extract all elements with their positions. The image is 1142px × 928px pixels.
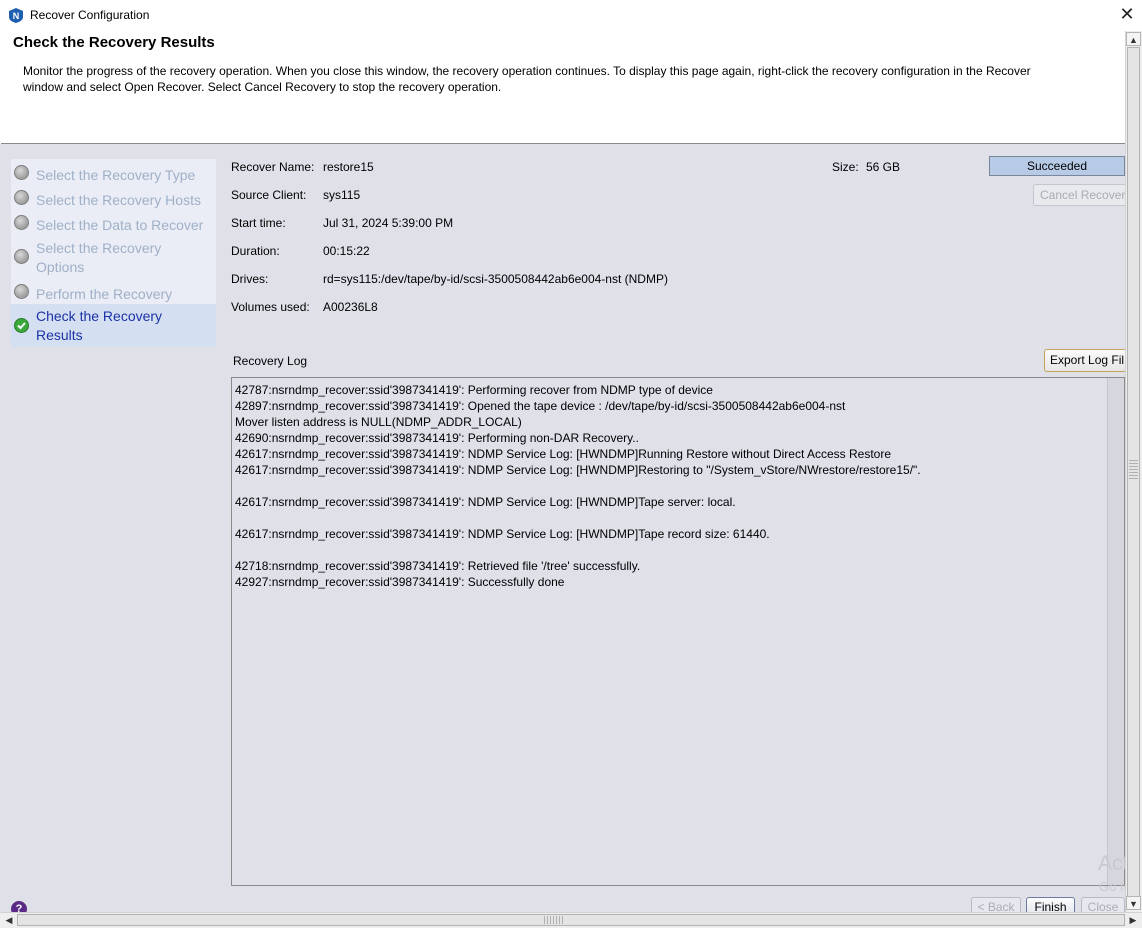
log-line: 42927:nsrndmp_recover:ssid'3987341419': … xyxy=(235,575,565,589)
recovery-log-area[interactable]: 42787:nsrndmp_recover:ssid'3987341419': … xyxy=(231,377,1125,886)
step-label: Check the Recovery Results xyxy=(36,308,163,343)
size-label: Size: xyxy=(832,160,859,174)
status-badge: Succeeded xyxy=(989,156,1125,176)
duration-label: Duration: xyxy=(231,244,280,258)
page-title: Check the Recovery Results xyxy=(13,34,215,51)
page-description: Monitor the progress of the recovery ope… xyxy=(23,64,1031,94)
log-line: 42617:nsrndmp_recover:ssid'3987341419': … xyxy=(235,495,736,509)
step-label: Select the Recovery Options xyxy=(36,240,162,275)
recover-name-value: restore15 xyxy=(323,160,374,174)
pending-step-icon xyxy=(14,284,29,299)
scroll-right-icon[interactable]: ▶ xyxy=(1126,913,1140,927)
step-select-data[interactable]: Select the Data to Recover xyxy=(11,212,216,236)
cancel-recovery-button[interactable]: Cancel Recover xyxy=(1033,184,1125,206)
drives-label: Drives: xyxy=(231,272,269,286)
check-circle-icon xyxy=(14,318,29,333)
start-time-value: Jul 31, 2024 5:39:00 PM xyxy=(323,216,454,230)
log-scrollbar[interactable] xyxy=(1107,378,1124,885)
title-bar xyxy=(0,0,1142,31)
size-value: 56 GB xyxy=(866,160,901,174)
step-label: Select the Recovery Hosts xyxy=(36,192,201,208)
log-line xyxy=(235,542,921,558)
pending-step-icon xyxy=(14,249,29,264)
log-line xyxy=(235,510,921,526)
close-icon[interactable]: ✕ xyxy=(1117,3,1137,25)
volumes-value: A00236L8 xyxy=(323,300,378,314)
log-line: 42617:nsrndmp_recover:ssid'3987341419': … xyxy=(235,463,921,477)
step-label: Select the Data to Recover xyxy=(36,217,204,233)
step-select-recovery-options[interactable]: Select the Recovery Options xyxy=(11,237,216,279)
horizontal-scroll-thumb[interactable] xyxy=(17,914,1125,926)
pending-step-icon xyxy=(14,190,29,205)
scroll-up-icon[interactable]: ▲ xyxy=(1126,32,1141,46)
start-time-label: Start time: xyxy=(231,216,286,230)
svg-text:N: N xyxy=(13,11,20,21)
wizard-steps: Select the Recovery Type Select the Reco… xyxy=(11,159,216,347)
step-select-recovery-type[interactable]: Select the Recovery Type xyxy=(11,162,216,186)
log-line: 42718:nsrndmp_recover:ssid'3987341419': … xyxy=(235,559,641,573)
log-line: 42787:nsrndmp_recover:ssid'3987341419': … xyxy=(235,383,713,397)
log-line: 42617:nsrndmp_recover:ssid'3987341419': … xyxy=(235,527,770,541)
log-lines: 42787:nsrndmp_recover:ssid'3987341419': … xyxy=(235,382,921,590)
scroll-down-icon[interactable]: ▼ xyxy=(1126,896,1141,910)
step-label: Perform the Recovery xyxy=(36,286,173,302)
step-label: Select the Recovery Type xyxy=(36,167,196,183)
log-line: Mover listen address is NULL(NDMP_ADDR_L… xyxy=(235,415,522,429)
recovery-log-title: Recovery Log xyxy=(233,354,308,368)
duration-value: 00:15:22 xyxy=(323,244,370,258)
step-check-results[interactable]: Check the Recovery Results xyxy=(11,304,216,347)
scroll-grip-icon xyxy=(544,916,564,924)
scroll-left-icon[interactable]: ◀ xyxy=(2,913,16,927)
networker-app-icon: N xyxy=(9,8,23,23)
source-client-value: sys115 xyxy=(323,188,361,202)
volumes-label: Volumes used: xyxy=(231,300,310,314)
log-line: 42690:nsrndmp_recover:ssid'3987341419': … xyxy=(235,431,639,445)
step-select-recovery-hosts[interactable]: Select the Recovery Hosts xyxy=(11,187,216,211)
export-log-button[interactable]: Export Log Fil xyxy=(1044,349,1125,372)
pending-step-icon xyxy=(14,215,29,230)
source-client-label: Source Client: xyxy=(231,188,307,202)
log-line: 42897:nsrndmp_recover:ssid'3987341419': … xyxy=(235,399,846,413)
window-title: Recover Configuration xyxy=(30,8,150,22)
step-perform-recovery[interactable]: Perform the Recovery xyxy=(11,281,216,305)
pending-step-icon xyxy=(14,165,29,180)
log-line xyxy=(235,478,921,494)
log-line: 42617:nsrndmp_recover:ssid'3987341419': … xyxy=(235,447,891,461)
drives-value: rd=sys115:/dev/tape/by-id/scsi-350050844… xyxy=(323,272,668,286)
scroll-grip-icon xyxy=(1129,460,1138,480)
recover-name-label: Recover Name: xyxy=(231,160,315,174)
